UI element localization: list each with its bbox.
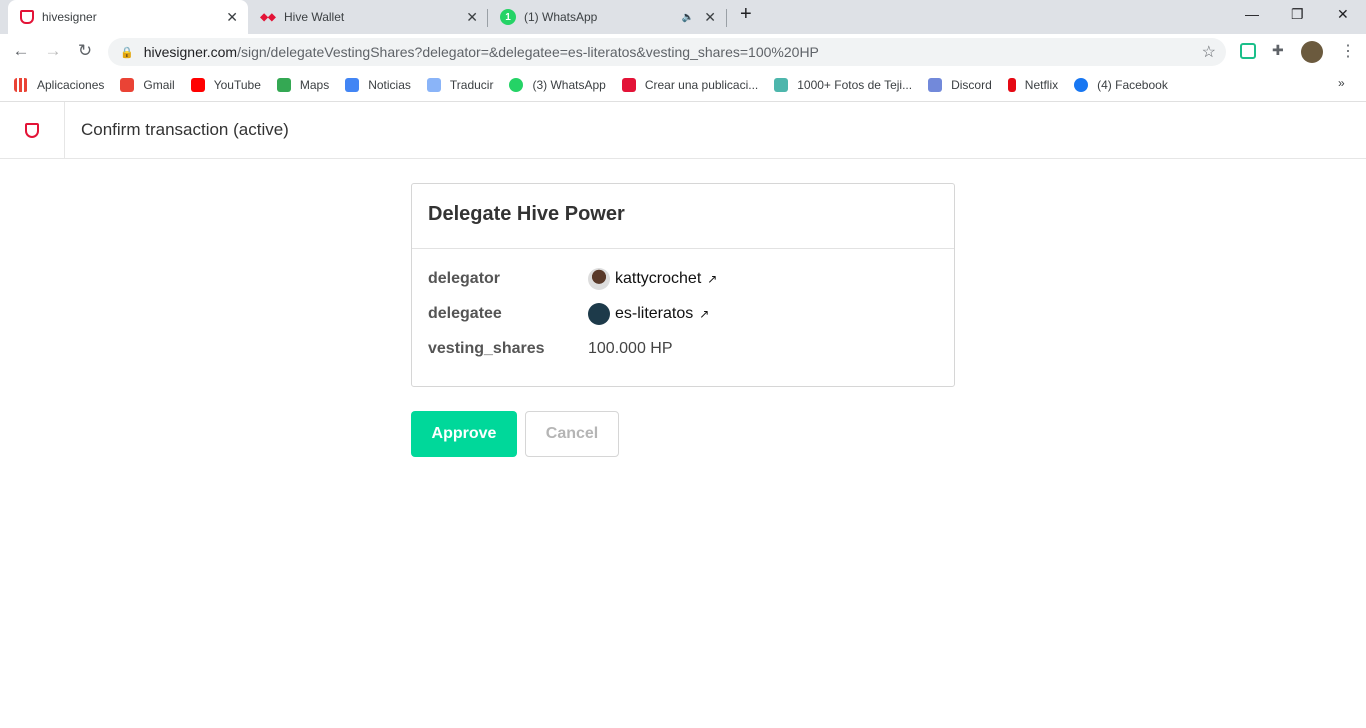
operation-title: Delegate Hive Power <box>412 184 954 249</box>
bookmark-apps[interactable]: Aplicaciones <box>14 77 105 92</box>
new-tab-button[interactable]: + <box>740 3 752 26</box>
tab-title: Hive Wallet <box>284 10 345 24</box>
news-icon <box>345 77 360 92</box>
bookmark-label: Noticias <box>368 77 411 92</box>
translate-icon <box>426 77 441 92</box>
bookmark-label: 1000+ Fotos de Teji... <box>797 77 913 92</box>
star-icon[interactable]: ☆ <box>1202 42 1216 62</box>
close-window-button[interactable]: ✕ <box>1337 6 1349 23</box>
tab-whatsapp[interactable]: 1 (1) WhatsApp 🔈 ✕ <box>488 0 726 34</box>
page-title: Confirm transaction (active) <box>81 120 289 139</box>
approve-button[interactable]: Approve <box>411 411 517 457</box>
hive-icon: ◆◆ <box>260 11 276 23</box>
address-bar[interactable]: 🔒 hivesigner.com/sign/delegateVestingShar… <box>108 38 1226 66</box>
field-row: vesting_shares 100.000 HP <box>412 331 954 366</box>
delegatee-link[interactable]: es-literatos <box>615 305 693 323</box>
bookmark-discord[interactable]: Discord <box>928 77 992 92</box>
bookmark-label: Discord <box>951 77 992 92</box>
restore-button[interactable]: ❐ <box>1291 6 1304 23</box>
close-tab-icon[interactable]: ✕ <box>704 9 716 26</box>
browser-toolbar: ← → ↻ 🔒 hivesigner.com/sign/delegateVesti… <box>0 34 1366 68</box>
field-row: delegator kattycrochet ↗ <box>412 261 954 296</box>
close-tab-icon[interactable]: ✕ <box>466 9 478 26</box>
transaction-card: Delegate Hive Power delegator kattycroche… <box>411 183 955 387</box>
external-link-icon[interactable]: ↗ <box>699 307 709 321</box>
bookmark-noticias[interactable]: Noticias <box>345 77 411 92</box>
tab-title: hivesigner <box>42 10 97 24</box>
youtube-icon <box>190 77 205 92</box>
bookmark-label: Traducir <box>449 77 494 92</box>
tab-strip: hivesigner ✕ ◆◆ Hive Wallet ✕ 1 (1) WhatsApp… <box>0 0 1366 34</box>
photos-icon <box>774 77 789 92</box>
avatar <box>588 267 610 290</box>
bookmark-whatsapp[interactable]: (3) WhatsApp <box>509 77 606 92</box>
cancel-button[interactable]: Cancel <box>525 411 619 457</box>
profile-avatar[interactable] <box>1301 41 1323 63</box>
field-label: delegator <box>428 269 501 287</box>
hivesigner-icon <box>20 10 34 24</box>
avatar <box>588 302 610 325</box>
facebook-icon <box>1074 77 1089 92</box>
bookmark-facebook[interactable]: (4) Facebook <box>1074 77 1168 92</box>
maps-icon <box>276 77 291 92</box>
gmail-icon <box>120 77 135 92</box>
close-tab-icon[interactable]: ✕ <box>226 9 238 26</box>
hivesigner-logo[interactable] <box>0 102 65 158</box>
tab-title: (1) WhatsApp <box>524 10 598 24</box>
whatsapp-icon <box>509 77 524 92</box>
bookmark-label: (3) WhatsApp <box>532 77 606 92</box>
bookmark-maps[interactable]: Maps <box>276 77 330 92</box>
puzzle-icon[interactable]: ✚ <box>1272 42 1284 59</box>
hive-icon <box>621 77 636 92</box>
field-value: 100.000 HP <box>588 339 673 357</box>
bookmark-traducir[interactable]: Traducir <box>426 77 494 92</box>
bookmark-label: (4) Facebook <box>1097 77 1168 92</box>
bookmark-fotos[interactable]: 1000+ Fotos de Teji... <box>774 77 913 92</box>
delegator-link[interactable]: kattycrochet <box>615 270 701 288</box>
extension-icon[interactable] <box>1240 43 1256 59</box>
bookmark-label: YouTube <box>213 77 261 92</box>
bookmark-label: Maps <box>299 77 330 92</box>
tab-hivesigner[interactable]: hivesigner ✕ <box>8 0 248 34</box>
forward-icon[interactable]: → <box>42 41 64 61</box>
discord-icon <box>928 77 943 92</box>
bookmark-hive[interactable]: Crear una publicaci... <box>621 77 759 92</box>
whatsapp-icon: 1 <box>500 9 516 25</box>
bookmark-label: Netflix <box>1024 77 1059 92</box>
netflix-icon <box>1007 77 1016 92</box>
tab-hive-wallet[interactable]: ◆◆ Hive Wallet ✕ <box>248 0 488 34</box>
url-path: /sign/delegateVestingShares?delegator=&d… <box>237 44 819 60</box>
url-host: hivesigner.com <box>143 44 238 60</box>
bookmark-youtube[interactable]: YouTube <box>190 77 261 92</box>
minimize-button[interactable]: — <box>1245 6 1259 22</box>
app-header: Confirm transaction (active) <box>0 102 1366 159</box>
reload-icon[interactable]: ↻ <box>74 41 96 61</box>
field-row: delegatee es-literatos ↗ <box>412 296 954 331</box>
speaker-icon[interactable]: 🔈 <box>682 12 694 23</box>
hivesigner-icon <box>25 122 39 138</box>
bookmark-label: Gmail <box>143 77 175 92</box>
field-label: delegatee <box>428 304 502 322</box>
bookmarks-bar: Aplicaciones Gmail YouTube Maps Noticias… <box>0 68 1366 102</box>
more-bookmarks-icon[interactable]: » <box>1338 76 1345 90</box>
bookmark-netflix[interactable]: Netflix <box>1007 77 1059 92</box>
apps-grid-icon <box>14 77 28 92</box>
bookmark-label: Crear una publicaci... <box>644 77 759 92</box>
bookmark-label: Aplicaciones <box>37 77 105 92</box>
field-label: vesting_shares <box>428 339 545 357</box>
bookmark-gmail[interactable]: Gmail <box>120 77 175 92</box>
back-icon[interactable]: ← <box>10 41 32 61</box>
external-link-icon[interactable]: ↗ <box>707 272 717 286</box>
lock-icon: 🔒 <box>120 46 134 59</box>
menu-icon[interactable]: ⋮ <box>1340 41 1356 61</box>
